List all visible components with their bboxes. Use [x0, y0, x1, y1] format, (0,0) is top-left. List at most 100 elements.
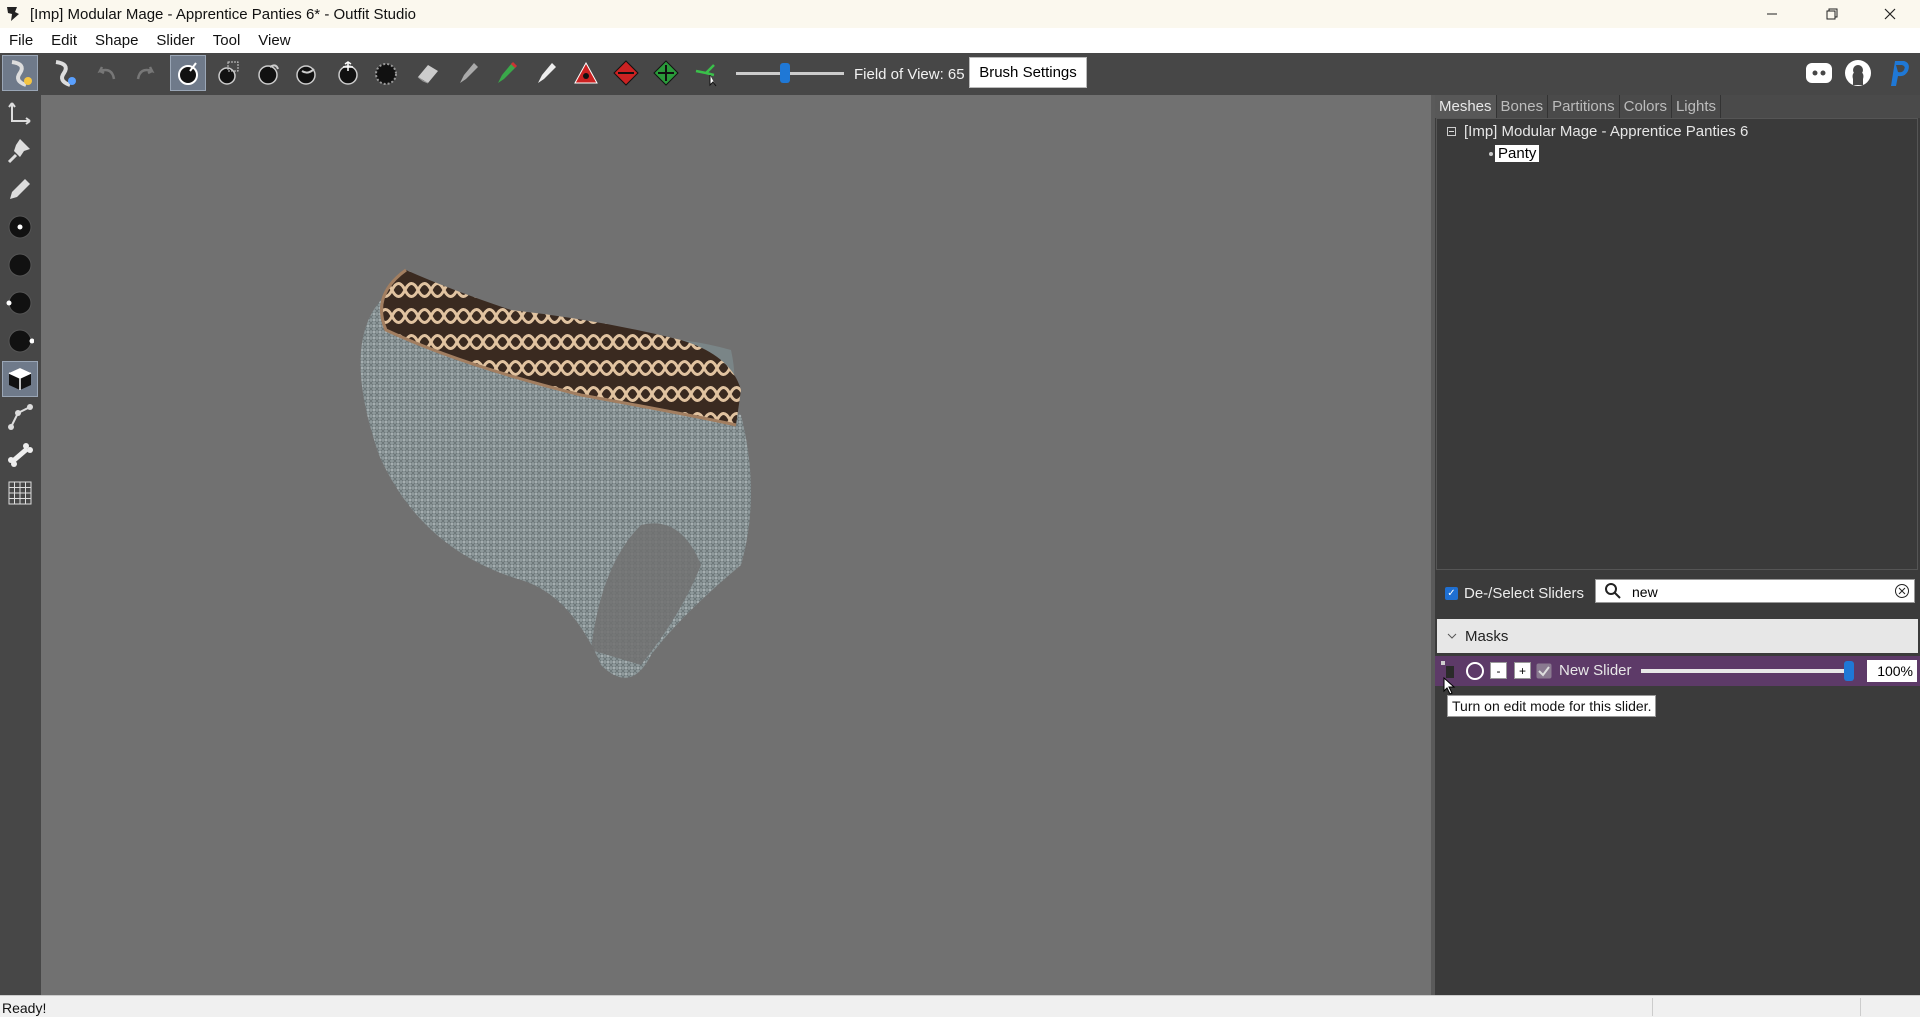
pivot-tool-button[interactable]	[2, 133, 38, 169]
main-toolbar: Field of View: 65 Brush Settings	[0, 53, 1920, 96]
standard-brush-button[interactable]	[170, 55, 206, 91]
field-of-view-slider[interactable]	[736, 63, 844, 83]
tab-partitions[interactable]: Partitions	[1548, 95, 1620, 118]
tree-root-label: [Imp] Modular Mage - Apprentice Panties …	[1464, 123, 1749, 140]
close-icon	[1884, 8, 1896, 20]
close-button[interactable]	[1862, 0, 1918, 28]
mask-toggle-icon[interactable]	[1464, 661, 1486, 681]
paypal-button[interactable]	[1880, 55, 1916, 91]
slider-enable-checkbox[interactable]	[1536, 663, 1552, 679]
outfit-studio-logo-icon	[7, 7, 19, 21]
point-small-button[interactable]	[2, 209, 38, 245]
maximize-button[interactable]	[1804, 0, 1860, 28]
cube-view-button[interactable]	[2, 361, 38, 397]
3d-viewport[interactable]	[41, 95, 1431, 995]
fov-slider-track	[736, 72, 844, 75]
smooth-brush-button[interactable]	[368, 55, 404, 91]
color-brush-button[interactable]	[488, 55, 524, 91]
select-mesh-button[interactable]	[2, 55, 38, 91]
github-button[interactable]	[1840, 55, 1876, 91]
tab-meshes[interactable]: Meshes	[1435, 95, 1497, 118]
vertex-edit-button[interactable]	[2, 171, 38, 207]
discord-button[interactable]	[1801, 55, 1837, 91]
smooth-brush-icon	[375, 63, 397, 85]
point-small-icon	[8, 215, 32, 239]
slider-thumb[interactable]	[1844, 661, 1854, 681]
deflate-brush-icon	[296, 65, 316, 85]
tab-lights[interactable]: Lights	[1672, 95, 1721, 118]
mesh-node-icon	[1489, 151, 1493, 156]
menu-edit[interactable]: Edit	[42, 32, 86, 49]
redo-button[interactable]	[128, 55, 164, 91]
node-tool-button[interactable]	[2, 399, 38, 435]
point-right-icon	[8, 329, 34, 353]
collapse-toggle-icon[interactable]	[1447, 127, 1456, 136]
split-edge-button[interactable]	[648, 55, 684, 91]
slider-name[interactable]: New Slider	[1559, 662, 1632, 679]
menu-view[interactable]: View	[249, 32, 299, 49]
undiff-brush-button[interactable]	[410, 55, 446, 91]
fov-slider-thumb[interactable]	[780, 63, 790, 83]
transform-tool-button[interactable]	[2, 95, 38, 131]
tree-root[interactable]: [Imp] Modular Mage - Apprentice Panties …	[1447, 123, 1748, 140]
transform-mesh-button[interactable]	[46, 55, 82, 91]
collapse-vertex-button[interactable]	[568, 55, 604, 91]
mask-brush-button[interactable]	[210, 55, 246, 91]
move-brush-button[interactable]	[330, 55, 366, 91]
tree-item-panty[interactable]: Panty	[1487, 145, 1540, 162]
point-medium-icon	[8, 253, 32, 277]
alpha-brush-icon	[538, 63, 556, 83]
tab-colors[interactable]: Colors	[1620, 95, 1672, 118]
grid-icon	[8, 481, 32, 505]
tab-bones[interactable]: Bones	[1497, 95, 1549, 118]
color-brush-icon	[498, 61, 518, 83]
standard-brush-icon	[178, 62, 198, 85]
flip-edge-button[interactable]	[608, 55, 644, 91]
transform-mesh-icon	[55, 60, 76, 87]
paypal-icon	[1891, 61, 1909, 86]
check-icon: ✓	[1445, 587, 1458, 600]
move-brush-icon	[338, 61, 358, 85]
github-icon	[1845, 60, 1871, 86]
transform-tool-icon	[8, 102, 31, 125]
status-separator	[1860, 998, 1861, 1016]
slider-header: ✓ De-/Select Sliders	[1435, 575, 1920, 611]
alpha-brush-button[interactable]	[528, 55, 564, 91]
minimize-button[interactable]	[1744, 0, 1800, 28]
slider-value-field[interactable]: 100%	[1867, 660, 1917, 682]
split-edge-icon	[653, 60, 679, 86]
deflate-brush-button[interactable]	[288, 55, 324, 91]
menu-slider[interactable]: Slider	[147, 32, 203, 49]
flip-edge-icon	[613, 60, 639, 86]
move-vertex-icon	[695, 64, 717, 87]
undo-button[interactable]	[88, 55, 124, 91]
point-right-button[interactable]	[2, 323, 38, 359]
tree-item-label: Panty	[1495, 145, 1540, 162]
inflate-brush-icon	[258, 64, 279, 85]
slider-minus-button[interactable]: -	[1490, 662, 1507, 679]
menu-tool[interactable]: Tool	[204, 32, 250, 49]
status-text: Ready!	[2, 1000, 47, 1016]
grid-tool-button[interactable]	[2, 475, 38, 511]
point-left-button[interactable]	[2, 285, 38, 321]
weight-brush-icon	[460, 63, 478, 83]
slider-plus-button[interactable]: +	[1514, 662, 1531, 679]
menu-shape[interactable]: Shape	[86, 32, 147, 49]
masks-group-header[interactable]: Masks	[1437, 619, 1918, 653]
select-mesh-icon	[11, 60, 32, 87]
slider-row: - + New Slider 100%	[1435, 656, 1920, 686]
slider-track[interactable]	[1641, 669, 1854, 673]
weight-brush-button[interactable]	[450, 55, 486, 91]
panel-tabs: Meshes Bones Partitions Colors Lights	[1435, 95, 1920, 118]
clear-search-icon[interactable]	[1894, 583, 1910, 599]
bone-tool-button[interactable]	[2, 437, 38, 473]
brush-settings-button[interactable]: Brush Settings	[969, 57, 1087, 88]
search-icon	[1605, 583, 1621, 599]
point-medium-button[interactable]	[2, 247, 38, 283]
menu-file[interactable]: File	[0, 32, 42, 49]
restore-icon	[1826, 8, 1838, 20]
inflate-brush-button[interactable]	[250, 55, 286, 91]
slider-search-input[interactable]	[1630, 582, 1874, 602]
move-vertex-button[interactable]	[688, 55, 724, 91]
deselect-sliders-checkbox[interactable]: ✓ De-/Select Sliders	[1445, 585, 1584, 602]
